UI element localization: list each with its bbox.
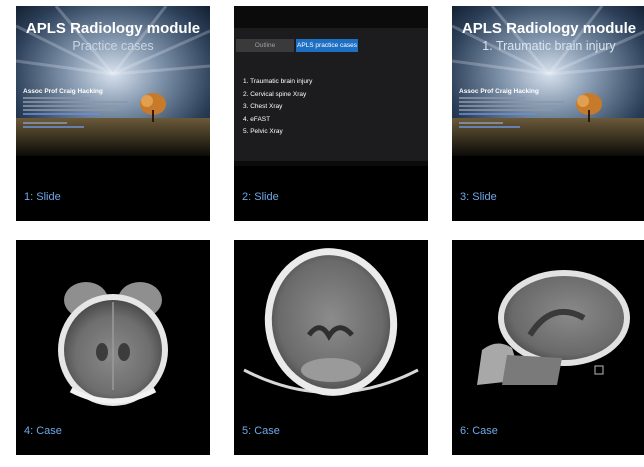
thumbnail-4[interactable]: 4: Case [16,240,210,455]
slide-preview: APLS Radiology module 1. Traumatic brain… [452,6,644,156]
thumbnail-caption: 5: Case [242,425,280,437]
ct-axial-image [243,248,419,396]
thumbnail-3[interactable]: APLS Radiology module 1. Traumatic brain… [452,6,644,221]
slide-subtitle: Practice cases [72,39,154,53]
thumbnail-caption: 4: Case [24,425,62,437]
thumbnail-caption: 6: Case [460,425,498,437]
ct-sagittal-image [477,270,630,385]
thumbnail-5[interactable]: 5: Case [234,240,428,455]
list-item: 5. Pelvic Xray [243,128,283,135]
list-item: 1. Traumatic brain injury [243,78,313,85]
slide-tabs: Outline APLS practice cases [236,39,426,53]
tab-apls-practice-cases: APLS practice cases [296,39,358,52]
slide-subtitle: 1. Traumatic brain injury [482,39,616,53]
thumbnail-caption: 1: Slide [24,191,61,203]
list-item: 2. Cervical spine Xray [243,90,307,98]
ct-coronal-image [58,282,168,406]
slide-title: APLS Radiology module [25,20,201,37]
thumbnail-caption: 3: Slide [460,191,497,203]
slide-author: Assoc Prof Craig Hacking [459,88,539,95]
thumbnail-6[interactable]: 6: Case [452,240,644,455]
list-item: 4. eFAST [243,115,271,123]
list-item: 3. Chest Xray [243,103,283,110]
outline-list: 1. Traumatic brain injury 2. Cervical sp… [243,78,312,141]
slide-preview: APLS Radiology module Practice cases Ass… [16,6,210,156]
thumbnail-1[interactable]: APLS Radiology module Practice cases Ass… [16,6,210,221]
slide-title: APLS Radiology module [461,20,637,37]
tab-outline: Outline [236,39,294,52]
author-details [459,97,569,130]
slide-author: Assoc Prof Craig Hacking [23,88,103,95]
slide-preview: Outline APLS practice cases 1. Traumatic… [234,6,428,166]
thumbnail-2[interactable]: Outline APLS practice cases 1. Traumatic… [234,6,428,221]
author-details [23,97,133,130]
thumbnail-caption: 2: Slide [242,191,279,203]
